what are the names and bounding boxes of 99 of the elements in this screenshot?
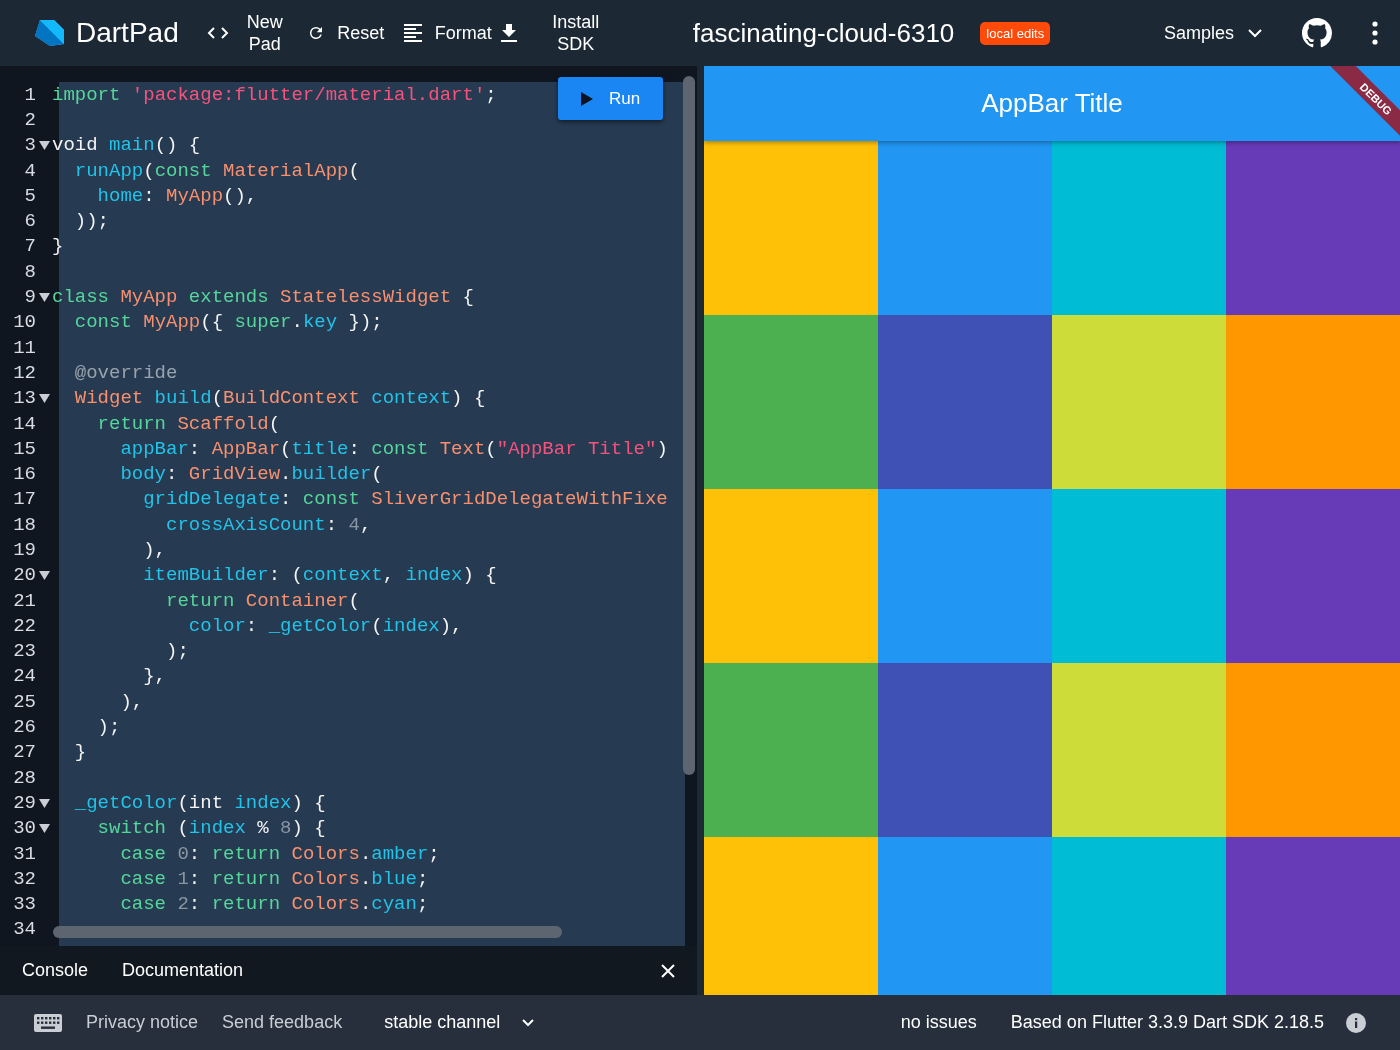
code-line: const MyApp({ super.key });	[73, 311, 383, 334]
code-line: }	[73, 741, 87, 764]
fold-arrow-icon[interactable]	[39, 141, 50, 151]
line-number: 34	[12, 918, 36, 941]
line-number: 18	[12, 513, 36, 536]
line-number: 12	[12, 361, 36, 384]
close-icon	[661, 963, 675, 978]
code-line: switch (index % 8) {	[96, 817, 326, 840]
code-line: ));	[73, 210, 109, 233]
line-number: 2	[23, 108, 36, 131]
code-line: }	[52, 235, 64, 258]
fold-arrow-icon[interactable]	[39, 798, 50, 808]
line-number: 9	[23, 286, 36, 308]
code-line: );	[165, 640, 189, 663]
code-line: gridDelegate: const SliverGridDelegateWithFixe	[142, 488, 668, 511]
code-line: },	[142, 665, 167, 688]
vertical-scrollbar[interactable]	[683, 76, 695, 775]
samples-dropdown[interactable]: Samples	[1157, 21, 1268, 45]
code-line: itemBuilder: (context, index) {	[142, 564, 497, 587]
status-badge: local edits	[980, 21, 1051, 45]
code-line: _getColor(int index) {	[73, 791, 326, 814]
line-number: 16	[12, 463, 36, 486]
code-line: class MyApp extends StatelessWidget {	[52, 286, 474, 308]
fold-arrow-icon[interactable]	[39, 571, 50, 581]
github-icon[interactable]	[1302, 18, 1332, 48]
line-number: 10	[12, 311, 36, 334]
code-line: @override	[73, 361, 178, 384]
line-number: 11	[12, 336, 36, 359]
code-line: case 2: return Colors.cyan;	[119, 893, 429, 916]
line-number: 25	[12, 690, 36, 713]
code-icon	[206, 26, 229, 40]
download-button[interactable]: Install SDK	[494, 11, 611, 55]
code-line: body: GridView.builder(	[119, 463, 383, 486]
horizontal-scrollbar[interactable]	[53, 926, 562, 938]
issues-status: no issues	[900, 1012, 977, 1033]
code-line: Widget build(BuildContext context) {	[73, 387, 486, 410]
align-left-icon	[402, 24, 423, 42]
line-number: 22	[12, 614, 36, 637]
line-number: 7	[23, 235, 36, 258]
line-number: 1	[23, 83, 36, 106]
line-number: 33	[12, 893, 36, 916]
line-number: 23	[12, 640, 36, 663]
footer-link[interactable]: Privacy notice	[86, 1012, 199, 1033]
line-number: 19	[12, 539, 36, 561]
reset-button[interactable]: Reset	[300, 22, 391, 44]
channel-dropdown[interactable]: stable channel	[378, 1011, 541, 1034]
caret-icon	[522, 1018, 535, 1027]
run-button[interactable]: Run	[558, 77, 663, 120]
code-line: void main() {	[52, 134, 201, 157]
code-line: case 1: return Colors.blue;	[119, 867, 429, 890]
fold-arrow-icon[interactable]	[39, 394, 50, 404]
app-name: DartPad	[76, 17, 179, 49]
play-icon	[580, 91, 593, 106]
code-line: crossAxisCount: 4,	[165, 513, 372, 536]
line-number: 8	[23, 260, 36, 283]
code-line: home: MyApp(),	[96, 184, 258, 207]
line-number: 4	[23, 159, 36, 182]
info-icon[interactable]	[1346, 1012, 1366, 1033]
line-number: 29	[12, 791, 36, 814]
line-number: 6	[23, 210, 36, 233]
line-number: 31	[12, 842, 36, 865]
console-tab[interactable]: Documentation	[122, 960, 244, 981]
app-bar-title: AppBar Title	[981, 88, 1123, 119]
close-button[interactable]	[661, 963, 675, 978]
version-info: Based on Flutter 3.3.9 Dart SDK 2.18.5	[1010, 1012, 1324, 1033]
console-tab[interactable]: Console	[22, 960, 89, 981]
line-number: 28	[12, 766, 36, 789]
caret-icon	[1248, 28, 1262, 38]
code-line: return Scaffold(	[96, 412, 281, 435]
line-number: 5	[23, 184, 36, 207]
code-button[interactable]: New Pad	[200, 11, 295, 55]
line-number: 14	[12, 412, 36, 435]
line-number: 20	[12, 564, 36, 587]
more-icon[interactable]	[1372, 21, 1378, 45]
line-number: 32	[12, 867, 36, 890]
code-line: ),	[119, 690, 144, 713]
line-number: 26	[12, 716, 36, 739]
code-line: runApp(const MaterialApp(	[73, 159, 360, 182]
pad-title: fascinating-cloud-6310	[692, 17, 955, 49]
fold-arrow-icon[interactable]	[39, 293, 50, 302]
line-number: 13	[12, 387, 36, 410]
line-number: 15	[12, 437, 36, 460]
code-line: case 0: return Colors.amber;	[119, 842, 440, 865]
footer-link[interactable]: Send feedback	[222, 1012, 343, 1033]
code-line: ),	[142, 539, 167, 561]
line-number: 24	[12, 665, 36, 688]
download-icon	[500, 24, 517, 42]
line-number: 30	[12, 817, 36, 840]
line-number: 17	[12, 488, 36, 511]
code-line: );	[96, 716, 121, 739]
line-number: 21	[12, 589, 36, 612]
line-number: 3	[23, 134, 36, 157]
code-line: import 'package:flutter/material.dart';	[52, 83, 497, 106]
code-line: color: _getColor(index),	[187, 614, 463, 637]
keyboard-icon[interactable]	[34, 1013, 62, 1032]
line-number: 27	[12, 741, 36, 764]
code-line: return Container(	[165, 589, 360, 612]
code-line: appBar: AppBar(title: const Text("AppBar Title")	[119, 437, 668, 460]
fold-arrow-icon[interactable]	[39, 824, 50, 834]
